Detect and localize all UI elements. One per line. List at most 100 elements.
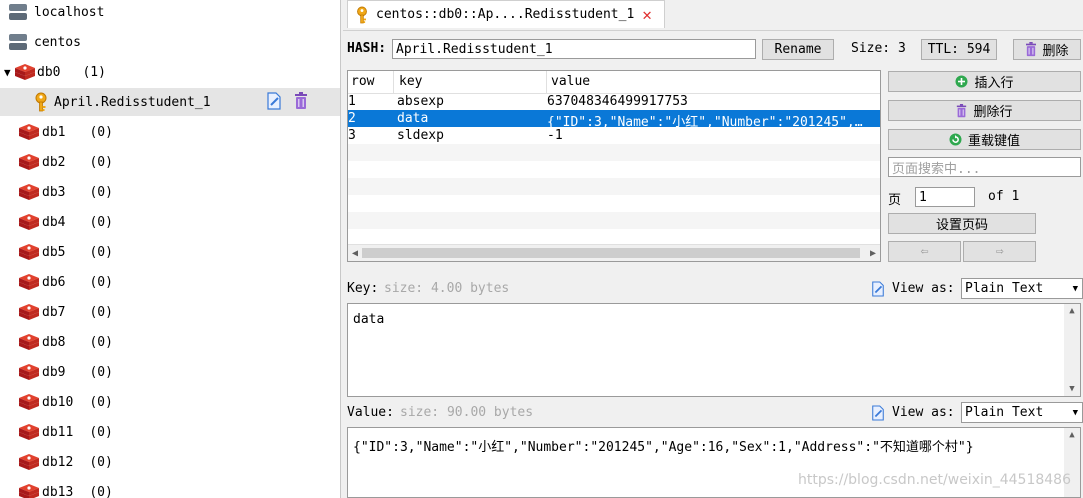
redis-db-icon [18,242,40,262]
chevron-down-icon: ▼ [1072,407,1078,418]
redis-db-icon [18,452,40,472]
scroll-up-icon[interactable]: ▲ [1064,428,1080,442]
table-row[interactable]: 3 sldexp -1 [348,127,880,144]
scroll-left-icon[interactable]: ◀ [348,245,362,261]
expand-arrow-icon[interactable]: ▼ [4,66,14,79]
open-value-icon[interactable] [266,92,282,110]
redis-db-icon [18,392,40,412]
key-size-hint: size: 4.00 bytes [384,281,510,296]
key-editor-scrollbar[interactable]: ▲ ▼ [1064,304,1080,396]
table-header: row key value ˇ [348,71,880,94]
reload-value-label: 重载键值 [967,134,1020,149]
tree-db-db2[interactable]: db2 (0) [0,148,340,176]
key-editor[interactable]: data ▲ ▼ [347,303,1081,397]
value-size-hint: size: 90.00 bytes [400,405,534,420]
tree-db-db6[interactable]: db6 (0) [0,268,340,296]
delete-row-button[interactable]: 删除行 [888,100,1081,121]
ttl-button[interactable]: TTL: 594 [921,39,997,60]
scroll-up-icon[interactable]: ▲ [1064,304,1080,318]
tab-key-view[interactable]: centos::db0::Ap....Redisstudent_1 ✕ [347,0,665,28]
redis-db-icon [18,482,40,498]
table-horizontal-scrollbar[interactable]: ◀ ▶ [348,244,880,261]
redis-db-icon [18,152,40,172]
hash-table[interactable]: row key value ˇ 1 absexp 63704834649991775… [347,70,881,262]
tree-db-db9[interactable]: db9 (0) [0,358,340,386]
reload-icon [949,133,962,146]
scrollbar-thumb[interactable] [362,248,860,258]
tree-db-db11[interactable]: db11 (0) [0,418,340,446]
tree-label: db11 [42,424,74,440]
scroll-down-icon[interactable]: ▼ [1064,382,1080,396]
tree-label: centos [34,34,81,50]
tree-db-db13[interactable]: db13 (0) [0,478,340,498]
value-format-value: Plain Text [965,405,1044,420]
redis-db-icon [18,212,40,232]
value-format-select[interactable]: Plain Text ▼ [961,402,1083,423]
connection-tree: localhost centos ▼ db0 (1) April.Redisst… [0,0,341,498]
key-name-field[interactable]: April.Redisstudent_1 [392,39,756,59]
key-type-label: HASH: [347,41,387,56]
set-page-button[interactable]: 设置页码 [888,213,1036,234]
rename-button[interactable]: Rename [762,39,834,60]
key-view-as-label: View as: [892,281,955,296]
format-icon [871,405,885,421]
reload-value-button[interactable]: 重载键值 [888,129,1081,150]
tree-db-db10[interactable]: db10 (0) [0,388,340,416]
db-key-count: (0) [89,394,113,410]
tree-db-db1[interactable]: db1 (0) [0,118,340,146]
scroll-right-icon[interactable]: ▶ [866,245,880,261]
add-row-label: 插入行 [974,76,1014,91]
delete-key-label: 删除 [1042,44,1069,59]
cell-key: absexp [397,94,444,109]
db-key-count: (0) [89,334,113,350]
redis-db-icon [18,272,40,292]
next-page-button[interactable]: ⇨ [963,241,1036,262]
key-format-select[interactable]: Plain Text ▼ [961,278,1083,299]
empty-row [348,212,880,229]
tree-db-db5[interactable]: db5 (0) [0,238,340,266]
column-header-value[interactable]: value [551,74,590,89]
tree-key-item[interactable]: April.Redisstudent_1 [0,88,340,116]
page-number-input[interactable]: 1 [915,187,975,207]
redis-db-icon [18,362,40,382]
column-header-key[interactable]: key [399,74,422,89]
key-view-panel: centos::db0::Ap....Redisstudent_1 ✕ HASH… [343,0,1083,498]
table-row[interactable]: 1 absexp 637048346499917753 [348,93,880,110]
tree-label: db0 [37,64,61,80]
delete-key-button[interactable]: 删除 [1013,39,1081,60]
cell-value: -1 [547,128,563,143]
add-row-button[interactable]: 插入行 [888,71,1081,92]
tree-label: db10 [42,394,74,410]
redis-db-icon [18,302,40,322]
cell-row: 1 [348,94,356,109]
tree-label: db2 [42,154,66,170]
tree-db-db7[interactable]: db7 (0) [0,298,340,326]
key-editor-content: data [353,312,385,327]
page-search-input[interactable]: 页面搜索中... [888,157,1081,177]
tree-label: db9 [42,364,66,380]
tree-db-db3[interactable]: db3 (0) [0,178,340,206]
tree-db-db12[interactable]: db12 (0) [0,448,340,476]
db-key-count: (0) [89,304,113,320]
redis-db-icon [18,422,40,442]
db-key-count: (0) [89,184,113,200]
tab-bar: centos::db0::Ap....Redisstudent_1 ✕ [343,0,1083,31]
redis-db-icon [14,62,36,82]
tree-server-centos[interactable]: centos [0,28,340,56]
sort-indicator-icon: ˇ [366,70,372,78]
value-editor-content: {"ID":3,"Name":"小红","Number":"201245","A… [353,440,974,455]
tree-db-db0[interactable]: ▼ db0 (1) [0,58,340,86]
server-icon [8,3,28,21]
tree-label: db1 [42,124,66,140]
delete-key-icon[interactable] [294,92,308,110]
tree-db-db8[interactable]: db8 (0) [0,328,340,356]
format-icon [871,281,885,297]
tree-label: db13 [42,484,74,498]
tree-db-db4[interactable]: db4 (0) [0,208,340,236]
redis-db-icon [18,332,40,352]
tree-server-localhost[interactable]: localhost [0,0,340,26]
trash-icon [956,104,967,118]
table-row[interactable]: 2 data {"ID":3,"Name":"小红","Number":"20124… [348,110,880,130]
close-icon[interactable]: ✕ [642,5,652,24]
prev-page-button[interactable]: ⇦ [888,241,961,262]
